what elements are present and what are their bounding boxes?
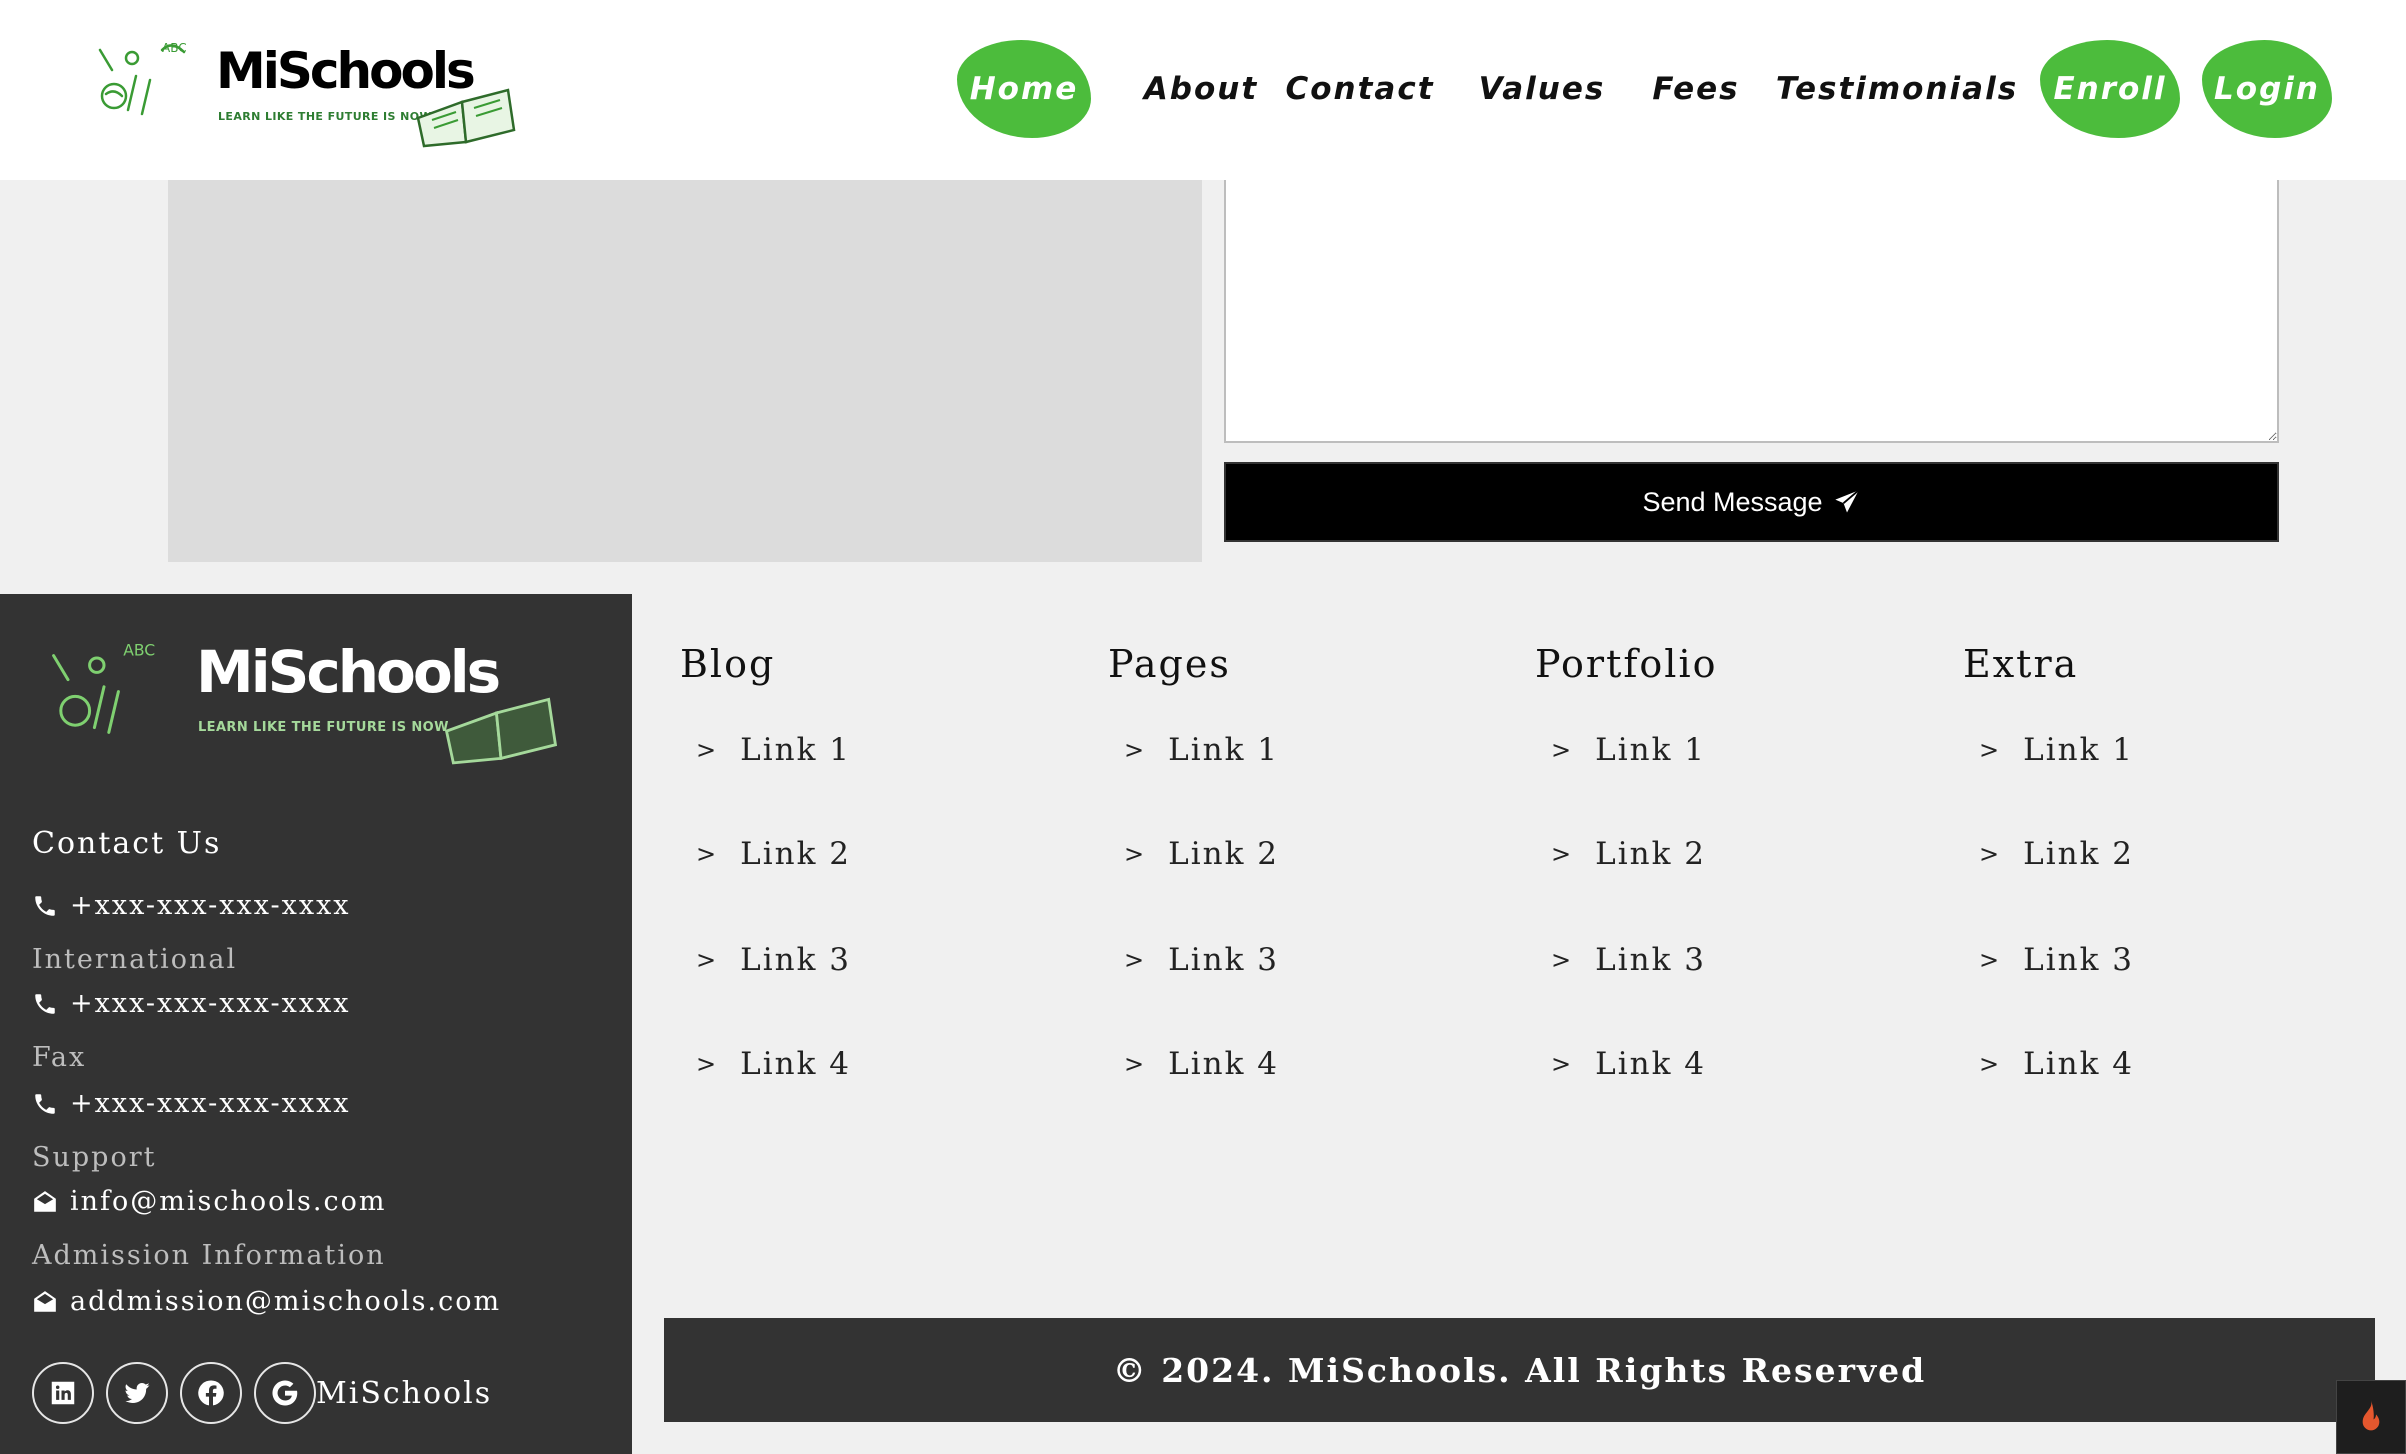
school-doodles-icon: ABC	[52, 642, 155, 734]
twitter-button[interactable]	[106, 1362, 168, 1424]
chevron-right-icon: >	[1551, 736, 1574, 764]
fax-number: +xxx-xxx-xxx-xxxx	[70, 1088, 351, 1119]
school-doodles-icon: ABC	[98, 41, 187, 116]
footer-link[interactable]: > Link 4	[1979, 1046, 2134, 1082]
footer-link[interactable]: > Link 3	[1551, 942, 1706, 978]
chevron-right-icon: >	[696, 946, 719, 974]
nav-contact[interactable]: Contact	[1285, 40, 1432, 138]
chevron-right-icon: >	[696, 1050, 719, 1078]
nav-about[interactable]: About	[1126, 40, 1276, 138]
phone-icon	[35, 1093, 55, 1114]
footer-link[interactable]: > Link 4	[696, 1046, 851, 1082]
chevron-right-icon: >	[696, 736, 719, 764]
footer-link[interactable]: > Link 2	[1979, 836, 2134, 872]
international-phone-row[interactable]: +xxx-xxx-xxx-xxxx	[32, 988, 351, 1019]
chevron-right-icon: >	[1979, 1050, 2002, 1078]
nav-home[interactable]: Home	[957, 40, 1091, 138]
svg-text:ABC: ABC	[123, 642, 155, 660]
column-title-pages: Pages	[1108, 642, 1231, 686]
envelope-open-icon	[34, 1190, 56, 1212]
admission-label: Admission Information	[32, 1240, 386, 1271]
message-textarea[interactable]	[1224, 180, 2279, 443]
flame-icon	[2362, 1400, 2380, 1431]
footer-link[interactable]: > Link 3	[696, 942, 851, 978]
chevron-right-icon: >	[1551, 840, 1574, 868]
svg-text:ABC: ABC	[162, 41, 187, 55]
phone-icon	[35, 993, 55, 1014]
footer-link[interactable]: > Link 1	[1551, 732, 1706, 768]
social-brand-label: MiSchools	[316, 1375, 493, 1411]
linkedin-icon	[51, 1381, 75, 1405]
footer-link[interactable]: > Link 4	[1551, 1046, 1706, 1082]
footer-link[interactable]: > Link 4	[1124, 1046, 1279, 1082]
support-email-row[interactable]: info@mischools.com	[32, 1186, 386, 1217]
admission-email-row[interactable]: addmission@mischools.com	[32, 1286, 501, 1317]
chevron-right-icon: >	[1979, 736, 2002, 764]
copyright-bar: © 2024. MiSchools. All Rights Reserved	[664, 1318, 2375, 1422]
copyright-text: © 2024. MiSchools. All Rights Reserved	[1112, 1350, 1927, 1390]
map-placeholder	[168, 180, 1202, 562]
fax-label: Fax	[32, 1042, 87, 1073]
chevron-right-icon: >	[1979, 946, 2002, 974]
chevron-right-icon: >	[1979, 840, 2002, 868]
send-message-label: Send Message	[1642, 486, 1823, 517]
footer-link[interactable]: > Link 1	[1124, 732, 1279, 768]
chevron-right-icon: >	[1124, 946, 1147, 974]
facebook-button[interactable]	[180, 1362, 242, 1424]
column-title-extra: Extra	[1963, 642, 2079, 686]
login-button[interactable]: Login	[2202, 40, 2332, 138]
international-phone-number: +xxx-xxx-xxx-xxxx	[70, 988, 351, 1019]
enroll-button[interactable]: Enroll	[2040, 40, 2180, 138]
chevron-right-icon: >	[696, 840, 719, 868]
send-message-button[interactable]: Send Message	[1224, 462, 2279, 542]
linkedin-button[interactable]	[32, 1362, 94, 1424]
contact-us-heading: Contact Us	[32, 826, 222, 861]
nav-testimonials[interactable]: Testimonials	[1776, 40, 2016, 138]
nav-fees[interactable]: Fees	[1652, 40, 1737, 138]
footer-link[interactable]: > Link 1	[1979, 732, 2134, 768]
footer-logo[interactable]: ABC MiSchools LEARN LIKE THE FUTURE IS N…	[44, 634, 604, 774]
column-title-portfolio: Portfolio	[1535, 642, 1718, 686]
footer-contact-panel: ABC MiSchools LEARN LIKE THE FUTURE IS N…	[0, 594, 632, 1454]
paper-plane-icon	[1834, 489, 1859, 513]
envelope-open-icon	[34, 1290, 56, 1312]
open-book-icon	[416, 88, 516, 148]
site-logo[interactable]: ABC MiSchools LEARN LIKE THE FUTURE IS N…	[92, 36, 552, 148]
floating-widget-button[interactable]	[2336, 1380, 2406, 1454]
social-links: MiSchools	[32, 1362, 492, 1424]
site-header: ABC MiSchools LEARN LIKE THE FUTURE IS N…	[0, 0, 2406, 180]
logo-tagline: LEARN LIKE THE FUTURE IS NOW	[218, 110, 432, 123]
facebook-icon	[198, 1380, 224, 1406]
twitter-icon	[125, 1382, 150, 1403]
fax-row[interactable]: +xxx-xxx-xxx-xxxx	[32, 1088, 351, 1119]
column-title-blog: Blog	[680, 642, 776, 686]
chevron-right-icon: >	[1551, 946, 1574, 974]
support-email: info@mischools.com	[70, 1186, 387, 1217]
nav-values[interactable]: Values	[1479, 40, 1604, 138]
phone-row[interactable]: +xxx-xxx-xxx-xxxx	[32, 890, 351, 921]
google-button[interactable]	[254, 1362, 316, 1424]
chevron-right-icon: >	[1124, 1050, 1147, 1078]
chevron-right-icon: >	[1551, 1050, 1574, 1078]
footer-logo-tagline: LEARN LIKE THE FUTURE IS NOW	[198, 720, 449, 735]
footer-link[interactable]: > Link 3	[1124, 942, 1279, 978]
chevron-right-icon: >	[1124, 840, 1147, 868]
footer-link[interactable]: > Link 2	[696, 836, 851, 872]
support-label: Support	[32, 1142, 157, 1173]
admission-email: addmission@mischools.com	[70, 1286, 502, 1317]
footer-link[interactable]: > Link 2	[1551, 836, 1706, 872]
chevron-right-icon: >	[1124, 736, 1147, 764]
phone-icon	[35, 895, 55, 916]
footer-link[interactable]: > Link 3	[1979, 942, 2134, 978]
international-label: International	[32, 944, 238, 975]
google-icon	[272, 1380, 298, 1406]
footer-link[interactable]: > Link 2	[1124, 836, 1279, 872]
phone-number: +xxx-xxx-xxx-xxxx	[70, 890, 351, 921]
footer-link[interactable]: > Link 1	[696, 732, 851, 768]
open-book-icon	[444, 697, 558, 765]
